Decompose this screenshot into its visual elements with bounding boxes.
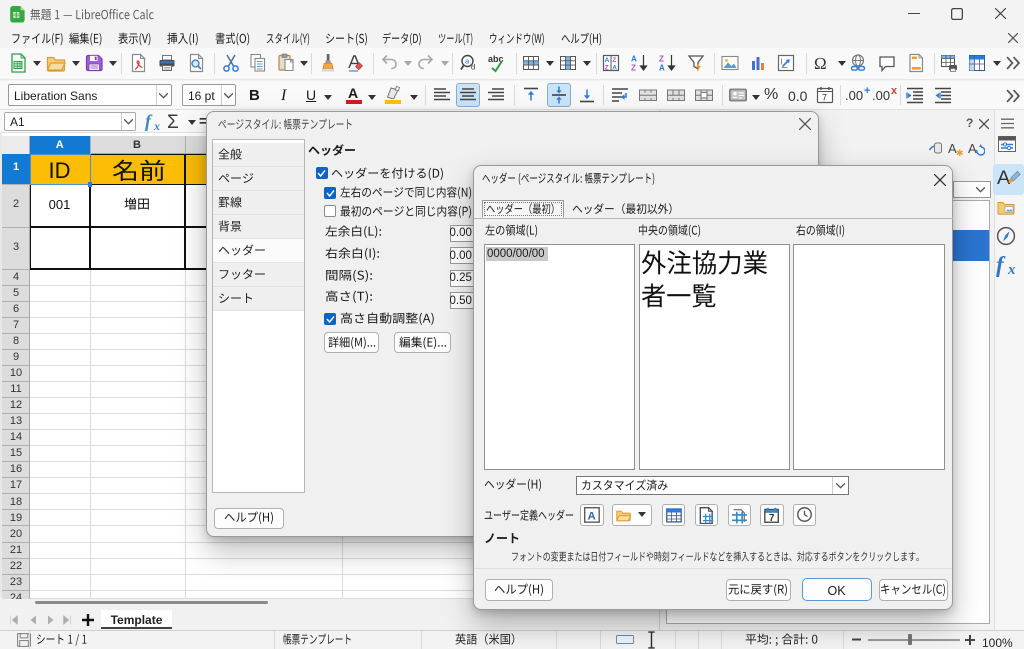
svg-text:A: A <box>631 55 637 64</box>
svg-text:A: A <box>605 57 610 64</box>
svg-text:A: A <box>588 510 596 522</box>
svg-text:d: d <box>471 63 475 72</box>
svg-text:A: A <box>612 65 617 72</box>
svg-text:A: A <box>968 141 977 156</box>
svg-text:a: a <box>465 57 470 66</box>
svg-text:Z: Z <box>659 55 664 64</box>
svg-text:Ω: Ω <box>814 54 827 73</box>
svg-text:Z: Z <box>612 57 616 64</box>
svg-text:Z: Z <box>631 64 636 73</box>
svg-text:A: A <box>997 167 1011 187</box>
svg-text:Z: Z <box>605 65 609 72</box>
svg-text:✱: ✱ <box>956 148 964 157</box>
svg-text:7: 7 <box>822 93 827 103</box>
svg-text:A: A <box>659 64 665 73</box>
svg-text:7: 7 <box>769 512 775 522</box>
